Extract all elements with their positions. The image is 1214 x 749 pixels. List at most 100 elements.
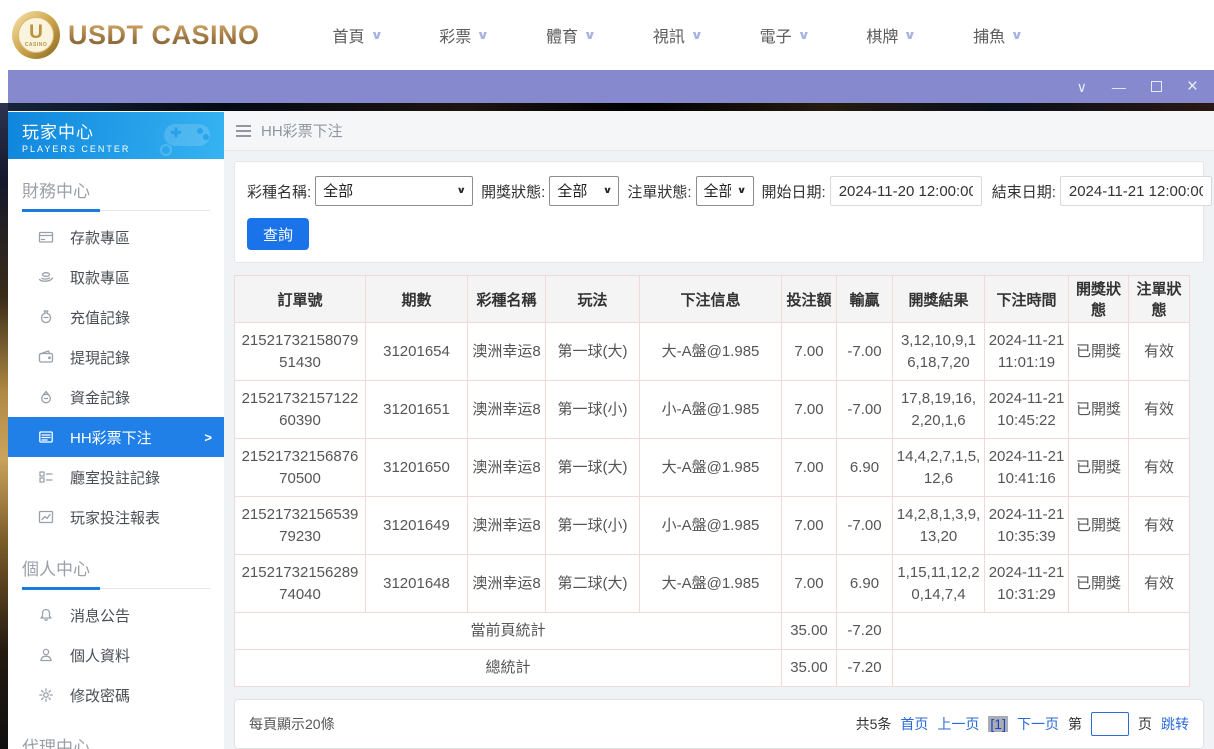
person-icon [38, 647, 54, 663]
summary-bet-total: 35.00 [781, 649, 837, 687]
table-cell: 7.00 [781, 496, 837, 555]
order-status-label: 注單狀態: [627, 183, 692, 201]
table-cell: 第二球(大) [545, 554, 640, 613]
draw-status-label: 開獎狀態: [481, 183, 546, 201]
table-cell: 7.00 [781, 380, 837, 439]
table-cell: 2024-11-21 10:31:29 [984, 554, 1069, 613]
nav-item-7[interactable]: 捕魚 ∨ [944, 0, 1051, 70]
jump-page-input[interactable] [1091, 712, 1129, 736]
chevron-down-icon: ∨ [1010, 28, 1024, 42]
table-cell: 2152173215653979230 [234, 496, 366, 555]
sidebar-item-gear[interactable]: 修改密碼 [8, 675, 224, 715]
order-status-select[interactable]: 全部 [695, 176, 754, 206]
next-page-link[interactable]: 下一页 [1017, 714, 1059, 734]
sidebar-item-person[interactable]: 個人資料 [8, 635, 224, 675]
nav-item-3[interactable]: 體育 ∨ [517, 0, 624, 70]
table-cell: -7.00 [836, 322, 893, 381]
table-cell: 第一球(小) [545, 380, 640, 439]
table-cell: 小-A盤@1.985 [639, 380, 782, 439]
sidebar-item-lottery-bet[interactable]: HH彩票下注 > [8, 417, 224, 457]
top-navbar: U CASINO USDT CASINO 首頁 ∨ 彩票 ∨ 體育 ∨ 視訊 ∨ 電子 ∨ 棋牌 ∨ 捕… [0, 0, 1214, 70]
minimize-icon[interactable]: — [1112, 80, 1126, 94]
nav-item-4[interactable]: 視訊 ∨ [624, 0, 731, 70]
jump-suffix: 页 [1138, 716, 1152, 732]
pager: 共5条 首页 上一页 [1] 下一页 第 页 跳转 [856, 712, 1189, 736]
table-cell: 有效 [1128, 496, 1190, 555]
chevron-down-icon: ∨ [370, 28, 383, 42]
column-header: 輸贏 [836, 275, 893, 323]
summary-empty [892, 612, 1190, 650]
sidebar-section-heading-1: 財務中心 [22, 182, 90, 201]
start-date-input[interactable] [829, 176, 982, 206]
funds-record-icon [38, 389, 54, 405]
table-cell: 已開獎 [1068, 438, 1129, 497]
bell-icon [38, 607, 54, 623]
chevron-down-icon: ∨ [797, 28, 810, 42]
sidebar-item-player-report[interactable]: 玩家投注報表 [8, 497, 224, 537]
table-cell: 有效 [1128, 322, 1190, 381]
sidebar-item-label: 消息公告 [70, 607, 131, 625]
table-cell: 31201651 [365, 380, 468, 439]
table-cell: 31201650 [365, 438, 468, 497]
order-status-select-wrap: 全部 [695, 176, 754, 206]
nav-item-5[interactable]: 電子 ∨ [731, 0, 838, 70]
table-row: 2152173215712260390 31201651 澳洲幸运8 第一球(小) 小-… [234, 380, 1190, 439]
table-cell: 6.90 [836, 438, 893, 497]
current-page-badge: [1] [988, 716, 1008, 732]
summary-winloss-total: -7.20 [836, 612, 893, 650]
table-row: 2152173215807951430 31201654 澳洲幸运8 第一球(大) 大-… [234, 322, 1190, 381]
gamepad-icon [160, 124, 210, 156]
table-cell: 14,4,2,7,1,5,12,6 [892, 438, 985, 497]
chevron-down-icon: ∨ [476, 28, 490, 42]
draw-status-select[interactable]: 全部 [549, 176, 620, 206]
first-page-link[interactable]: 首页 [900, 714, 928, 734]
player-report-icon [38, 509, 54, 525]
nav-item-1[interactable]: 首頁 ∨ [304, 0, 411, 70]
summary-row: 當前頁統計 35.00 -7.20 [234, 612, 1190, 650]
table-cell: 1,15,11,12,20,14,7,4 [892, 554, 985, 613]
site-logo[interactable]: U CASINO USDT CASINO [12, 11, 260, 59]
summary-bet-total: 35.00 [781, 612, 837, 650]
table-cell: 6.90 [836, 554, 893, 613]
bets-table-wrap: 訂單號 期數 彩種名稱 玩法 下注信息 投注額 輸贏 開獎結果 下注時間 開獎狀態 注單狀態 215… [234, 275, 1204, 687]
table-cell: 第一球(大) [545, 438, 640, 497]
close-icon[interactable]: × [1187, 77, 1198, 96]
sidebar-item-funds-record[interactable]: 資金記錄 [8, 377, 224, 417]
room-bet-record-icon [38, 469, 54, 485]
column-header: 下注信息 [639, 275, 782, 323]
nav-item-6[interactable]: 棋牌 ∨ [837, 0, 944, 70]
nav-item-2[interactable]: 彩票 ∨ [410, 0, 517, 70]
sidebar-item-withdrawal-record[interactable]: 提現記錄 [8, 337, 224, 377]
lottery-name-label: 彩種名稱: [247, 183, 312, 201]
filter-panel: 彩種名稱: 全部 開獎狀態: 全部 注單狀態: [234, 161, 1212, 263]
lottery-name-select-wrap: 全部 [315, 176, 474, 206]
jump-button[interactable]: 跳转 [1161, 714, 1189, 734]
table-cell: 31201648 [365, 554, 468, 613]
prev-page-link[interactable]: 上一页 [937, 714, 979, 734]
summary-winloss-total: -7.20 [836, 649, 893, 687]
summary-label: 當前頁統計 [234, 612, 782, 650]
table-row: 2152173215653979230 31201649 澳洲幸运8 第一球(小) 小-… [234, 496, 1190, 555]
end-date-input[interactable] [1059, 176, 1212, 206]
table-cell: 已開獎 [1068, 554, 1129, 613]
search-button[interactable]: 查詢 [247, 218, 309, 250]
sidebar-item-bell[interactable]: 消息公告 [8, 595, 224, 635]
background-edge [0, 103, 8, 749]
collapse-icon[interactable]: ∨ [1077, 80, 1087, 94]
menu-toggle-icon[interactable] [236, 122, 251, 140]
summary-empty [892, 649, 1190, 687]
maximize-icon[interactable] [1150, 81, 1162, 92]
table-cell: 2024-11-21 10:45:22 [984, 380, 1069, 439]
sidebar: 玩家中心 PLAYERS CENTER 財務中心 存款專區 取款專區 充值記錄 提現記錄… [8, 111, 224, 749]
sidebar-item-deposit-card[interactable]: 存款專區 [8, 217, 224, 257]
sidebar-item-recharge-record[interactable]: 充值記錄 [8, 297, 224, 337]
table-cell: 已開獎 [1068, 322, 1129, 381]
sidebar-section-heading-3: 代理中心 [22, 738, 90, 749]
table-cell: 已開獎 [1068, 496, 1129, 555]
table-cell: 2024-11-21 10:41:16 [984, 438, 1069, 497]
lottery-name-select[interactable]: 全部 [315, 176, 474, 206]
sidebar-item-withdraw-hand[interactable]: 取款專區 [8, 257, 224, 297]
table-cell: 大-A盤@1.985 [639, 322, 782, 381]
table-cell: -7.00 [836, 496, 893, 555]
sidebar-item-room-bet-record[interactable]: 廳室投註記錄 [8, 457, 224, 497]
